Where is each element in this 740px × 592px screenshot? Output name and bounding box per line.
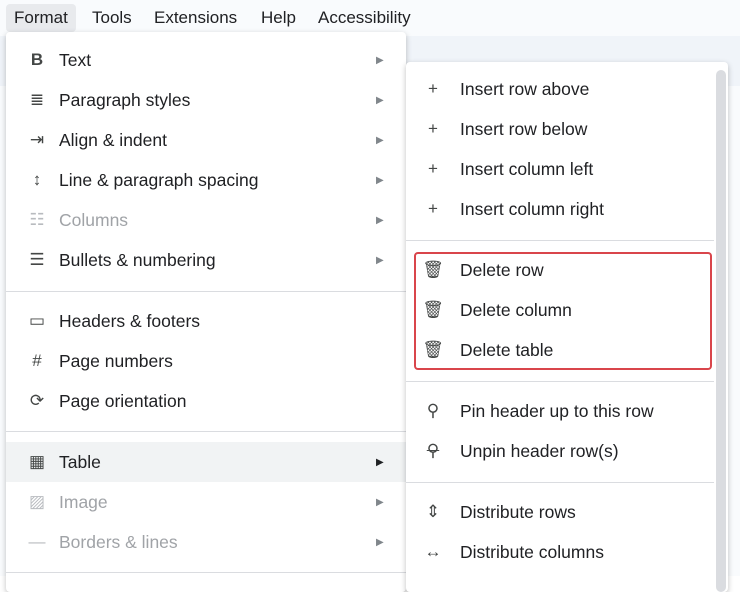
menu-item-text[interactable]: B Text ▶ (6, 40, 406, 80)
submenu-arrow-icon: ▶ (376, 496, 384, 508)
unpin-icon: ⚲ (426, 441, 440, 460)
pin-icon: ⚲ (426, 401, 440, 420)
menu-item-paragraph-styles[interactable]: ≣ Paragraph styles ▶ (6, 80, 406, 120)
menu-item-label: Insert row below (460, 118, 588, 139)
borders-lines-icon: — (28, 532, 46, 551)
paragraph-styles-icon: ≣ (29, 90, 45, 109)
submenu-arrow-icon: ▶ (376, 134, 384, 146)
table-submenu: + Insert row above + Insert row below + Inser… (406, 62, 728, 592)
menu-item-insert-column-right[interactable]: + Insert column right (406, 189, 728, 229)
menu-item-label: Line & paragraph spacing (59, 169, 259, 190)
menu-item-table[interactable]: ▦ Table ▶ (6, 442, 406, 482)
menu-item-label: Unpin header row(s) (460, 440, 619, 461)
distribute-rows-icon: ⇕ (425, 502, 441, 521)
menu-item-label: Borders & lines (59, 531, 178, 552)
menu-item-line-paragraph-spacing[interactable]: ↕ Line & paragraph spacing ▶ (6, 160, 406, 200)
submenu-arrow-icon: ▶ (376, 536, 384, 548)
hash-icon: # (32, 351, 42, 370)
table-icon: ▦ (28, 452, 46, 471)
submenu-arrow-icon: ▶ (376, 94, 384, 106)
align-indent-icon: ⇥ (29, 130, 45, 149)
menu-item-bullets-numbering[interactable]: ☰ Bullets & numbering ▶ (6, 240, 406, 280)
headers-footers-icon: ▭ (28, 311, 46, 330)
menu-item-borders-lines[interactable]: — Borders & lines ▶ (6, 522, 406, 562)
menu-item-label: Image (59, 491, 108, 512)
divider (6, 291, 406, 292)
menu-item-label: Columns (59, 209, 129, 230)
menu-tools[interactable]: Tools (84, 4, 140, 32)
divider (406, 482, 714, 483)
highlight-box (414, 252, 712, 370)
submenu-arrow-icon: ▶ (376, 214, 384, 226)
menu-item-label: Headers & footers (59, 310, 201, 331)
columns-icon: ☷ (29, 210, 45, 229)
menu-item-label: Paragraph styles (59, 89, 191, 110)
divider (406, 240, 714, 241)
menu-item-label: Insert column right (460, 198, 604, 219)
menu-item-label: Align & indent (59, 129, 167, 150)
menu-item-label: Page orientation (59, 390, 187, 411)
menu-item-label: Text (59, 49, 92, 70)
menu-item-distribute-columns[interactable]: ↔ Distribute columns (406, 532, 728, 572)
menu-item-columns[interactable]: ☷ Columns ▶ (6, 200, 406, 240)
menu-extensions[interactable]: Extensions (146, 4, 245, 32)
menu-item-label: Distribute columns (460, 541, 604, 562)
plus-icon: + (428, 79, 438, 98)
menu-item-label: Table (59, 451, 101, 472)
divider (6, 431, 406, 432)
menu-item-label: Insert row above (460, 78, 590, 99)
menu-item-insert-row-above[interactable]: + Insert row above (406, 69, 728, 109)
menu-item-label: Distribute rows (460, 501, 576, 522)
submenu-arrow-icon: ▶ (376, 54, 384, 66)
submenu-arrow-icon: ▶ (376, 456, 384, 468)
page-orientation-icon: ⟳ (29, 391, 45, 410)
menu-item-headers-footers[interactable]: ▭ Headers & footers (6, 301, 406, 341)
image-icon: ▨ (28, 492, 46, 511)
menu-item-label: Page numbers (59, 350, 173, 371)
menu-format[interactable]: Format (6, 4, 76, 32)
plus-icon: + (428, 159, 438, 178)
line-spacing-icon: ↕ (32, 170, 42, 189)
menu-item-image[interactable]: ▨ Image ▶ (6, 482, 406, 522)
menu-item-page-numbers[interactable]: # Page numbers (6, 341, 406, 381)
menu-item-label: Insert column left (460, 158, 594, 179)
plus-icon: + (428, 199, 438, 218)
bold-icon: B (30, 50, 44, 69)
menu-item-label: Bullets & numbering (59, 249, 216, 270)
divider (6, 572, 406, 573)
menubar: Format Tools Extensions Help Accessibili… (0, 0, 740, 36)
menu-item-label: Pin header up to this row (460, 400, 654, 421)
divider (406, 381, 714, 382)
menu-item-insert-row-below[interactable]: + Insert row below (406, 109, 728, 149)
menu-item-align-indent[interactable]: ⇥ Align & indent ▶ (6, 120, 406, 160)
menu-help[interactable]: Help (253, 4, 304, 32)
plus-icon: + (428, 119, 438, 138)
submenu-arrow-icon: ▶ (376, 254, 384, 266)
submenu-arrow-icon: ▶ (376, 174, 384, 186)
menu-item-insert-column-left[interactable]: + Insert column left (406, 149, 728, 189)
bullets-icon: ☰ (29, 250, 45, 269)
menu-item-page-orientation[interactable]: ⟳ Page orientation (6, 381, 406, 421)
menu-accessibility[interactable]: Accessibility (310, 4, 419, 32)
menu-item-unpin-header-row-s[interactable]: ⚲ Unpin header row(s) (406, 431, 728, 471)
menu-item-pin-header-up-to-this-row[interactable]: ⚲ Pin header up to this row (406, 391, 728, 431)
menu-item-distribute-rows[interactable]: ⇕ Distribute rows (406, 492, 728, 532)
format-menu: B Text ▶ ≣ Paragraph styles ▶ ⇥ Align & indent ▶… (6, 32, 406, 592)
distribute-columns-icon: ↔ (424, 542, 442, 561)
